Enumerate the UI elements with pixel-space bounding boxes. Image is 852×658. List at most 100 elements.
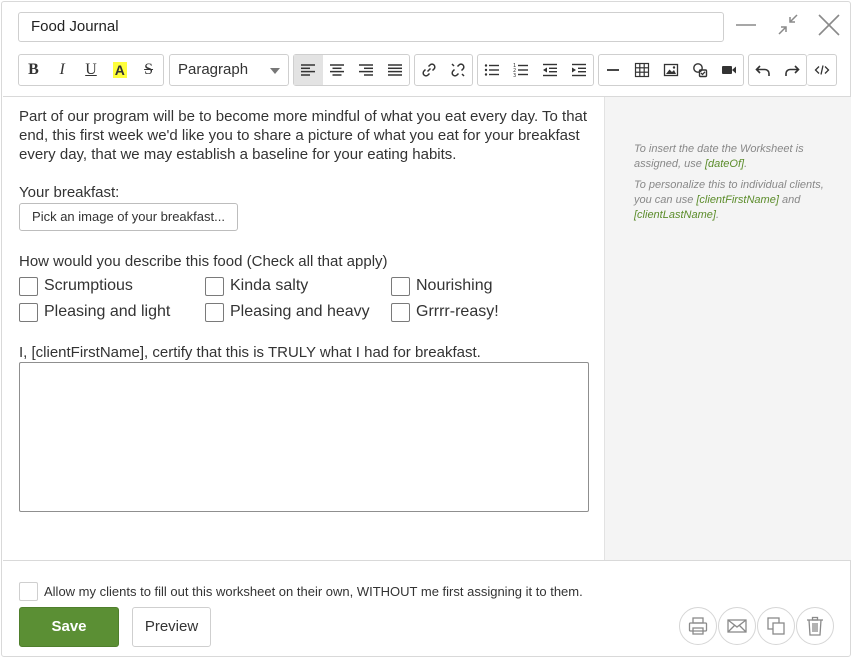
align-center-button[interactable]: [323, 55, 352, 85]
paragraph-format-select[interactable]: Paragraph: [169, 54, 289, 86]
insert-image-button[interactable]: [657, 55, 686, 85]
print-button[interactable]: [679, 607, 717, 645]
personalize-hint: To personalize this to individual client…: [634, 178, 830, 223]
insert-form-field-button[interactable]: [685, 55, 714, 85]
text-style-group: B I U A S: [18, 54, 164, 86]
hint-text: .: [744, 158, 748, 170]
video-camera-icon: [721, 66, 736, 74]
checkbox[interactable]: [19, 276, 38, 296]
svg-text:3: 3: [513, 73, 516, 78]
undo-icon: [755, 65, 771, 76]
history-group: [748, 54, 807, 86]
italic-button[interactable]: I: [48, 55, 77, 85]
date-tag: [dateOf]: [704, 158, 745, 170]
option-label: Scrumptious: [44, 277, 133, 294]
code-icon: [814, 65, 829, 75]
checkbox[interactable]: [19, 302, 38, 322]
bullet-list-button[interactable]: [478, 55, 507, 85]
duplicate-button[interactable]: [757, 607, 795, 645]
editor-content[interactable]: Part of our program will be to become mo…: [3, 97, 604, 560]
allow-self-fill-label: Allow my clients to fill out this worksh…: [44, 584, 583, 599]
source-group: [807, 54, 837, 86]
insert-group: [598, 54, 744, 86]
numbered-list-button[interactable]: 123: [507, 55, 536, 85]
indent-icon: [571, 63, 586, 77]
certify-textarea[interactable]: [19, 362, 589, 512]
align-right-button[interactable]: [352, 55, 381, 85]
option-label: Kinda salty: [230, 277, 309, 294]
highlight-icon: A: [112, 62, 127, 78]
save-button[interactable]: Save: [19, 607, 119, 647]
bullet-list-icon: [485, 64, 500, 76]
option-scrumptious[interactable]: Scrumptious: [19, 275, 133, 297]
option-label: Grrrr-reasy!: [416, 303, 499, 320]
option-pleasing-and-light[interactable]: Pleasing and light: [19, 301, 170, 323]
minimize-button[interactable]: [733, 12, 759, 38]
option-pleasing-and-heavy[interactable]: Pleasing and heavy: [205, 301, 370, 323]
outdent-button[interactable]: [536, 55, 565, 85]
option-grrrr-reasy[interactable]: Grrrr-reasy!: [391, 301, 499, 323]
align-left-icon: [301, 64, 316, 76]
collapse-arrows-icon: [778, 14, 798, 35]
intro-paragraph: Part of our program will be to become mo…: [19, 108, 588, 163]
preview-button[interactable]: Preview: [132, 607, 211, 647]
indent-button[interactable]: [564, 55, 593, 85]
collapse-button[interactable]: [775, 12, 801, 38]
link-group: [414, 54, 473, 86]
underline-icon: U: [85, 61, 97, 78]
breakfast-label: Your breakfast:: [19, 184, 120, 201]
underline-button[interactable]: U: [77, 55, 106, 85]
worksheet-editor-dialog: Food Journal B I U A S Paragraph 1 2 3 P…: [1, 1, 851, 657]
email-button[interactable]: [718, 607, 756, 645]
insert-video-button[interactable]: [714, 55, 743, 85]
copy-icon: [767, 617, 785, 635]
redo-button[interactable]: [778, 55, 807, 85]
alignment-group: [293, 54, 410, 86]
pick-image-button[interactable]: Pick an image of your breakfast...: [19, 203, 238, 231]
delete-button[interactable]: [796, 607, 834, 645]
close-button[interactable]: [816, 12, 842, 38]
list-group: 123: [477, 54, 594, 86]
insert-link-button[interactable]: [415, 55, 444, 85]
chevron-down-icon: [270, 68, 280, 74]
allow-self-fill-checkbox[interactable]: [19, 582, 38, 601]
checkbox[interactable]: [391, 276, 410, 296]
align-justify-button[interactable]: [380, 55, 409, 85]
describe-label: How would you describe this food (Check …: [19, 253, 388, 270]
strikethrough-button[interactable]: S: [134, 55, 163, 85]
undo-button[interactable]: [749, 55, 778, 85]
option-nourishing[interactable]: Nourishing: [391, 275, 492, 297]
strikethrough-icon: S: [144, 61, 154, 78]
format-select-value: Paragraph: [178, 61, 249, 78]
bold-icon: B: [28, 61, 39, 78]
source-code-button[interactable]: [807, 55, 836, 85]
align-left-button[interactable]: [294, 55, 323, 85]
checkbox[interactable]: [391, 302, 410, 322]
numbered-list-icon: 123: [513, 63, 529, 78]
remove-link-button[interactable]: [444, 55, 473, 85]
insert-table-button[interactable]: [628, 55, 657, 85]
unlink-icon: [451, 63, 465, 77]
italic-icon: I: [59, 61, 65, 78]
image-icon: [663, 63, 679, 77]
horizontal-rule-button[interactable]: [599, 55, 628, 85]
checkbox[interactable]: [205, 302, 224, 322]
worksheet-title-input[interactable]: Food Journal: [18, 12, 724, 42]
hint-text: and: [778, 194, 801, 206]
option-kinda-salty[interactable]: Kinda salty: [205, 275, 308, 297]
bold-button[interactable]: B: [19, 55, 48, 85]
link-icon: [422, 63, 436, 77]
footer-divider: [3, 560, 851, 561]
allow-self-fill-option[interactable]: Allow my clients to fill out this worksh…: [19, 582, 583, 601]
outdent-icon: [542, 63, 557, 77]
option-label: Pleasing and light: [44, 303, 171, 320]
checkbox[interactable]: [205, 276, 224, 296]
highlight-button[interactable]: A: [105, 55, 134, 85]
trash-icon: [807, 616, 823, 636]
option-label: Nourishing: [416, 277, 493, 294]
horizontal-rule-icon: [607, 69, 620, 71]
table-icon: [635, 62, 650, 78]
align-right-icon: [358, 64, 373, 76]
printer-icon: [688, 617, 708, 635]
align-justify-icon: [387, 64, 402, 76]
